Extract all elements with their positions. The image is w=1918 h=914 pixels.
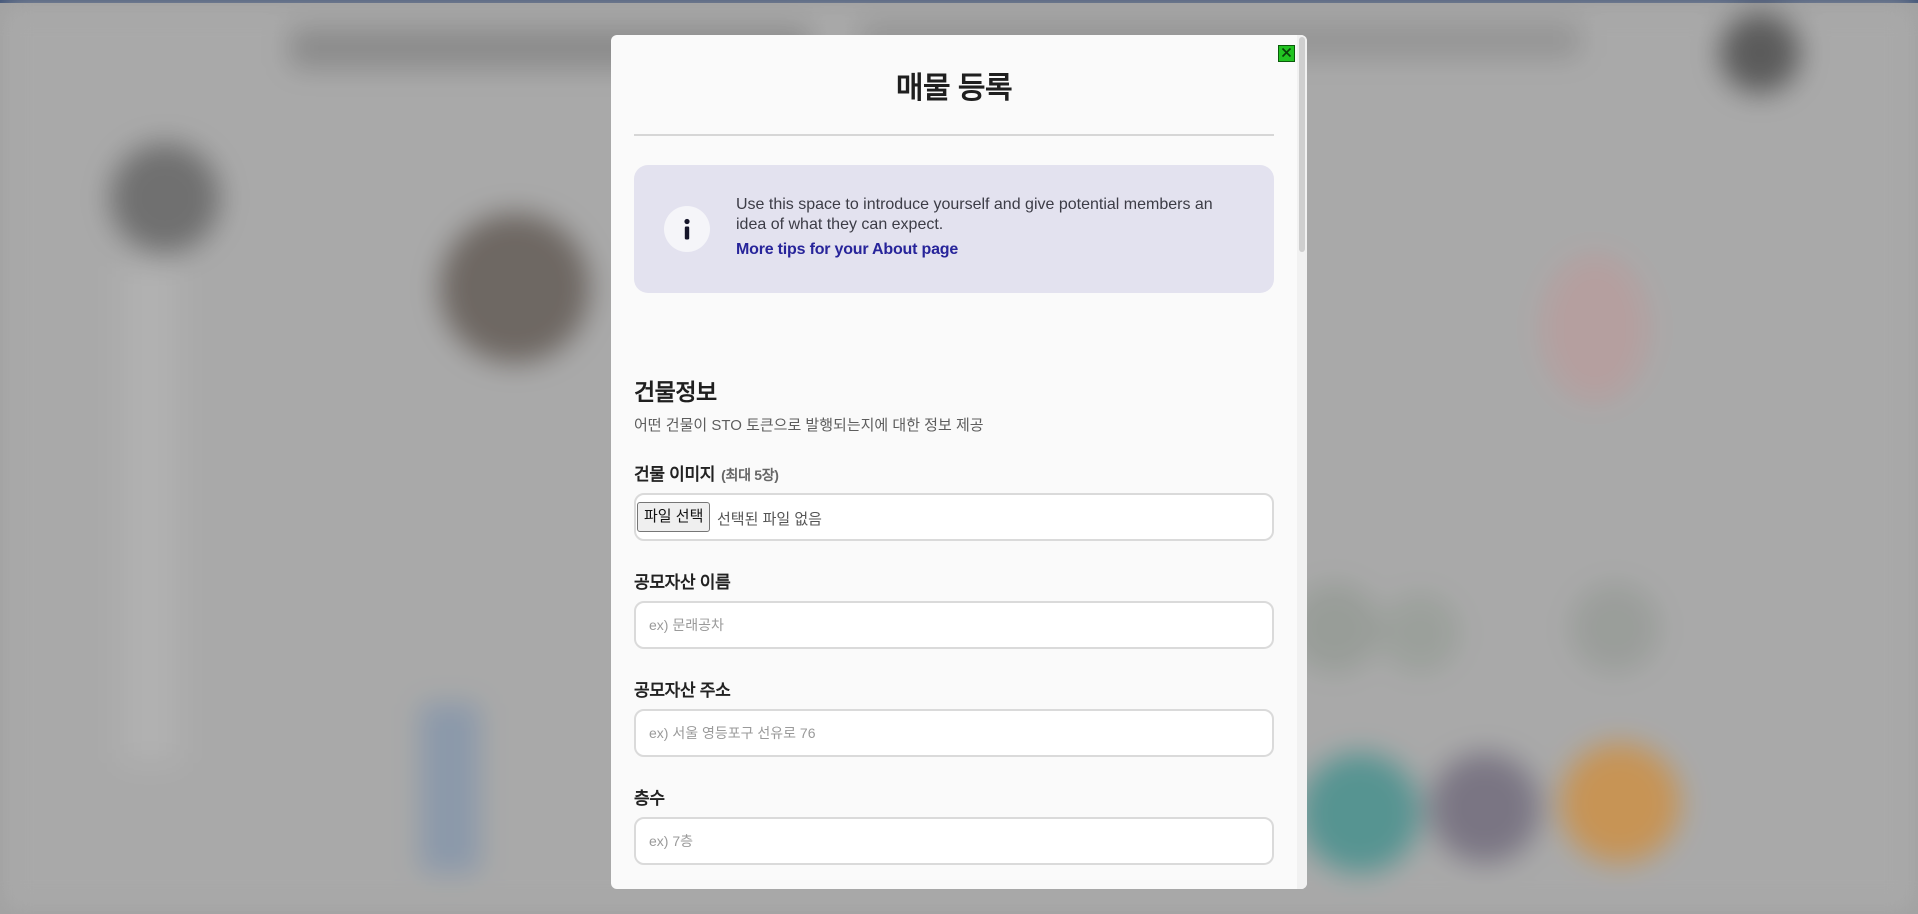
asset-name-input[interactable] [636,603,1272,647]
info-icon [664,206,710,252]
building-image-file-input[interactable]: 파일 선택 선택된 파일 없음 [634,493,1274,541]
section-description: 어떤 건물이 STO 토큰으로 발행되는지에 대한 정보 제공 [634,417,984,434]
floors-input[interactable] [636,819,1272,863]
about-tips-link[interactable]: More tips for your About page [736,241,958,259]
asset-address-label: 공모자산 주소 [634,681,731,700]
floors-label: 층수 [634,789,665,808]
building-image-label-text: 건물 이미지 [634,465,716,484]
building-image-label: 건물 이미지 (최대 5장) [634,460,779,485]
info-text: Use this space to introduce yourself and… [736,196,1213,233]
file-status-text: 선택된 파일 없음 [717,511,822,528]
asset-address-input[interactable] [636,711,1272,755]
floors-field[interactable] [634,817,1274,865]
scrollbar-thumb[interactable] [1299,37,1305,252]
asset-name-field[interactable] [634,601,1274,649]
asset-address-field[interactable] [634,709,1274,757]
asset-name-label: 공모자산 이름 [634,573,731,592]
info-banner: Use this space to introduce yourself and… [634,165,1274,293]
modal-scrollbar[interactable] [1297,35,1307,889]
building-image-limit: (최대 5장) [721,467,779,483]
modal-title: 매물 등록 [895,72,1013,105]
choose-file-button[interactable]: 파일 선택 [637,502,711,532]
close-icon [1281,45,1292,63]
close-button[interactable] [1278,45,1295,62]
section-title: 건물정보 [634,379,717,405]
property-registration-modal: 매물 등록 Use this space to introduce yourse… [611,35,1307,889]
title-divider [634,134,1274,136]
